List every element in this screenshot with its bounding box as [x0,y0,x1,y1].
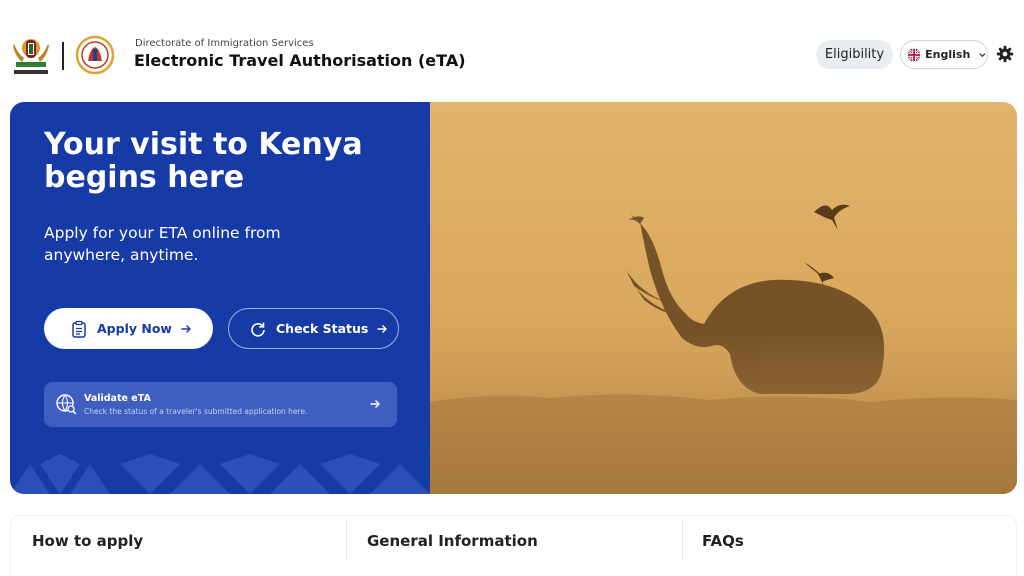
hero-title: Your visit to Kenya begins here [44,127,363,195]
validate-eta-card[interactable]: Validate eTA Check the status of a trave… [44,382,397,427]
apply-now-label: Apply Now [97,321,172,336]
decorative-pattern [10,454,430,494]
arrow-right-icon [370,400,380,408]
refresh-search-icon [251,322,265,337]
arrow-right-icon [377,324,388,333]
directorate-label: Directorate of Immigration Services [135,38,314,49]
hero-panel: Your visit to Kenya begins here Apply fo… [10,102,430,494]
card-how-to-apply[interactable]: How to apply [32,532,143,550]
check-status-label: Check Status [276,321,369,336]
immigration-seal-logo[interactable] [74,35,116,75]
info-cards-row: How to apply General Information FAQs [10,515,1017,576]
check-status-button[interactable]: Check Status [228,308,399,349]
globe-search-icon [56,394,77,415]
elephant-hero-image [430,102,1017,494]
coat-of-arms-logo[interactable] [10,32,52,78]
uk-flag-icon [908,47,921,62]
card-divider [346,520,347,560]
hero-banner: Your visit to Kenya begins here Apply fo… [10,102,1017,494]
apply-now-button[interactable]: Apply Now [44,308,213,349]
eligibility-button[interactable]: Eligibility [816,40,893,69]
validate-eta-title: Validate eTA [84,393,151,404]
clipboard-icon [72,320,86,338]
logo-divider [62,42,64,70]
language-selector[interactable]: English [900,40,988,69]
app-title: Electronic Travel Authorisation (eTA) [134,51,466,70]
hero-subtitle: Apply for your ETA online from anywhere,… [44,224,281,264]
arrow-right-icon [181,324,191,333]
card-divider [682,520,683,560]
gear-icon[interactable] [996,45,1014,63]
site-header: Directorate of Immigration Services Elec… [0,0,1024,88]
validate-eta-description: Check the status of a traveler's submitt… [84,407,308,416]
card-general-information[interactable]: General Information [367,532,538,550]
card-faqs[interactable]: FAQs [702,532,744,550]
language-label: English [925,48,971,61]
chevron-down-icon [979,52,986,57]
